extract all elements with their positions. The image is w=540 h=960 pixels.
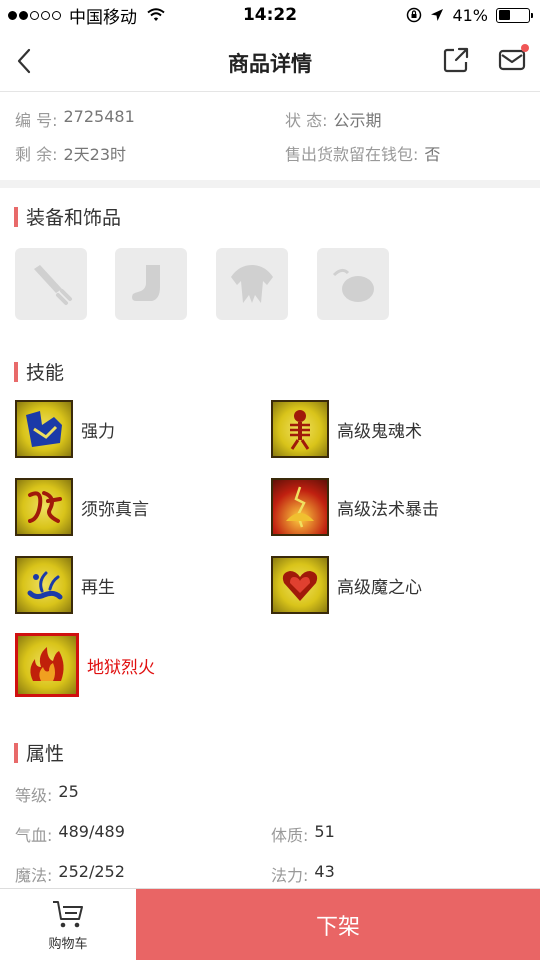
attr-value: 43 — [314, 862, 335, 881]
status-right: 41% — [406, 5, 533, 25]
attr-hp: 气血: 489/489 — [15, 822, 125, 846]
battery-percent: 41% — [452, 5, 488, 25]
section-marker — [14, 742, 18, 763]
battery-icon — [496, 7, 533, 23]
accessory-icon — [332, 268, 374, 302]
regen-icon — [15, 556, 73, 614]
status-label: 状 态: — [285, 111, 328, 130]
skill-item[interactable]: 须弥真言 — [15, 478, 149, 536]
boots-slot[interactable] — [115, 248, 187, 320]
armor-icon — [231, 265, 273, 303]
skill-name: 再生 — [81, 577, 115, 598]
status-value: 公示期 — [333, 111, 382, 130]
section-marker — [14, 206, 18, 227]
shopping-cart-icon — [53, 900, 83, 927]
weapon-icon — [34, 265, 72, 305]
item-info: 编 号: 2725481 状 态: 公示期 剩 余: 2天23时 售出货款留在钱… — [0, 92, 540, 180]
share-icon[interactable] — [442, 46, 470, 74]
attr-mag: 法力: 43 — [271, 862, 335, 886]
accessory-slot[interactable] — [317, 248, 389, 320]
attr-value: 51 — [314, 822, 335, 841]
remain-label: 剩 余: — [15, 145, 58, 164]
equipment-section-title: 装备和饰品 — [14, 203, 121, 230]
cart-label: 购物车 — [48, 936, 88, 952]
rune-icon — [15, 478, 73, 536]
attr-con: 体质: 51 — [271, 822, 335, 846]
skill-item[interactable]: 地狱烈火 — [15, 633, 155, 697]
attr-label: 气血: — [15, 826, 53, 845]
skeleton-icon — [271, 400, 329, 458]
skill-name: 须弥真言 — [81, 499, 149, 520]
nav-bar: 商品详情 — [0, 30, 540, 92]
attr-value: 25 — [58, 782, 79, 801]
skills-title-text: 技能 — [26, 362, 65, 384]
equipment-title-text: 装备和饰品 — [26, 207, 122, 229]
battery-level — [498, 10, 511, 20]
attr-value: 252/252 — [58, 862, 125, 881]
strength-icon — [15, 400, 73, 458]
message-button[interactable] — [496, 44, 529, 74]
attributes-title-text: 属性 — [26, 743, 65, 765]
status-bar: 中国移动 14:22 41% — [0, 0, 540, 30]
attr-label: 魔法: — [15, 866, 53, 885]
skill-name: 高级法术暴击 — [337, 499, 439, 520]
rotation-lock-icon — [407, 7, 422, 23]
attr-level: 等级: 25 — [15, 782, 79, 806]
section-marker — [14, 361, 18, 382]
attr-label: 体质: — [271, 826, 309, 845]
skill-item[interactable]: 高级法术暴击 — [271, 478, 439, 536]
bottom-action-bar: 购物车 下架 — [0, 888, 540, 960]
section-divider — [0, 180, 540, 188]
skill-item[interactable]: 高级鬼魂术 — [271, 400, 422, 458]
wallet-value: 否 — [424, 145, 441, 164]
weapon-slot[interactable] — [15, 248, 87, 320]
delist-button[interactable]: 下架 — [136, 889, 540, 960]
cart-button[interactable]: 购物车 — [0, 889, 136, 960]
skill-name: 地狱烈火 — [87, 657, 155, 678]
attr-value: 489/489 — [58, 822, 125, 841]
skill-item[interactable]: 高级魔之心 — [271, 556, 422, 614]
location-arrow-icon — [431, 9, 444, 21]
skill-name: 强力 — [81, 421, 115, 442]
skill-name: 高级魔之心 — [337, 577, 422, 598]
remain-value: 2天23时 — [63, 145, 127, 164]
attr-label: 等级: — [15, 786, 53, 805]
skills-section-title: 技能 — [14, 358, 64, 385]
armor-slot[interactable] — [216, 248, 288, 320]
crit-icon — [271, 478, 329, 536]
heart-icon — [271, 556, 329, 614]
boots-icon — [132, 265, 160, 301]
id-value: 2725481 — [63, 107, 135, 126]
skill-name: 高级鬼魂术 — [337, 421, 422, 442]
attr-label: 法力: — [271, 866, 309, 885]
skill-item[interactable]: 再生 — [15, 556, 115, 614]
mail-icon — [498, 49, 526, 71]
attributes-section-title: 属性 — [14, 739, 64, 766]
id-label: 编 号: — [15, 111, 58, 130]
fire-icon — [15, 633, 79, 697]
skill-item[interactable]: 强力 — [15, 400, 115, 458]
attr-mp: 魔法: 252/252 — [15, 862, 125, 886]
unread-dot — [521, 44, 529, 52]
wallet-label: 售出货款留在钱包: — [285, 145, 419, 164]
